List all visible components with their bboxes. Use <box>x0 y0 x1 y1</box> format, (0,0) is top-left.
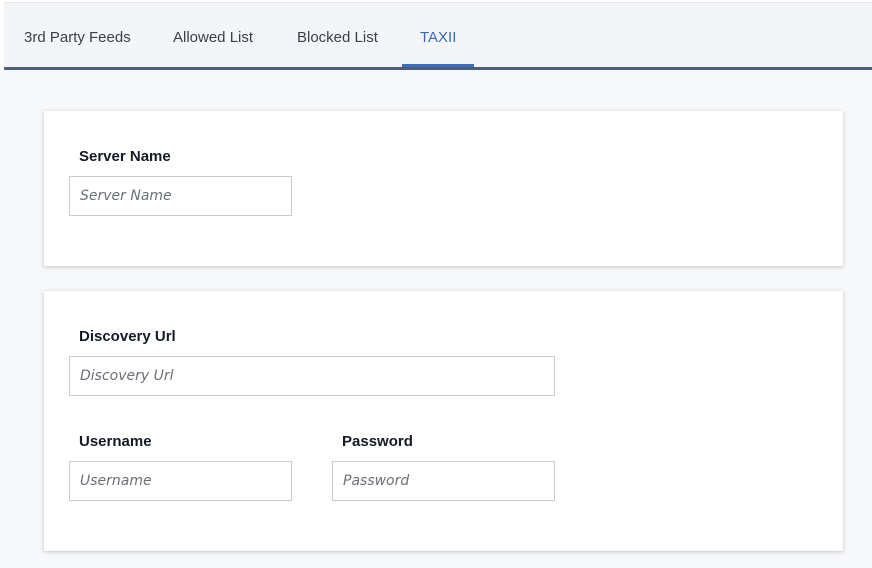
username-input[interactable] <box>69 461 292 501</box>
tab-allowed-list[interactable]: Allowed List <box>173 28 253 48</box>
server-name-input[interactable] <box>69 176 292 216</box>
password-label: Password <box>342 433 413 450</box>
discovery-url-label: Discovery Url <box>79 328 176 345</box>
tab-3rd-party-feeds[interactable]: 3rd Party Feeds <box>24 28 131 48</box>
active-tab-indicator <box>402 64 474 67</box>
discovery-url-input[interactable] <box>69 356 555 396</box>
username-label: Username <box>79 433 152 450</box>
tab-bar: 3rd Party Feeds Allowed List Blocked Lis… <box>4 2 872 70</box>
password-input[interactable] <box>332 461 555 501</box>
tab-blocked-list[interactable]: Blocked List <box>297 28 378 48</box>
tab-taxii[interactable]: TAXII <box>420 28 456 48</box>
server-name-label: Server Name <box>79 148 171 165</box>
taxii-settings-page: 3rd Party Feeds Allowed List Blocked Lis… <box>0 0 872 568</box>
